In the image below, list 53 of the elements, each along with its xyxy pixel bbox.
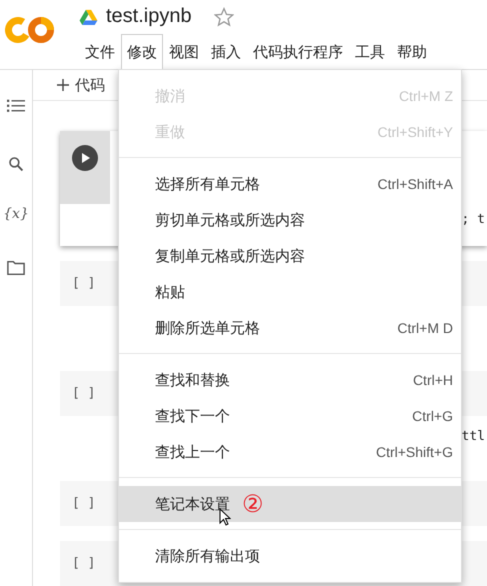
menu-option-label: 查找上一个 [155,442,230,462]
menu-option[interactable]: 查找上一个 Ctrl+Shift+G [119,434,461,470]
menu-option[interactable]: 查找和替换 Ctrl+H [119,362,461,398]
menu-option[interactable]: 剪切单元格或所选内容 [119,202,461,238]
menu-option[interactable]: 删除所选单元格 Ctrl+M D [119,310,461,346]
shortcut-text: Ctrl+Shift+Y [378,124,453,140]
cell-prompt: [ ] [72,496,96,511]
shortcut-text: Ctrl+G [412,408,453,424]
notebook-title[interactable]: test.ipynb [106,5,192,28]
menu-option-label: 清除所有输出项 [155,546,260,566]
step-annotation: ② [242,492,264,516]
menu-option-label: 笔记本设置 [155,494,230,514]
code-text: ttl [462,428,485,444]
menu-option-label: 删除所选单元格 [155,318,260,338]
menu-option-label: 选择所有单元格 [155,174,260,194]
menu-option[interactable]: 选择所有单元格 Ctrl+Shift+A [119,166,461,202]
menu-option-label: 复制单元格或所选内容 [155,246,305,266]
menu-item[interactable]: 工具 [349,34,391,69]
cell-prompt: [ ] [72,386,96,401]
search-icon[interactable] [7,156,25,172]
variables-icon[interactable]: {x} [3,206,29,222]
drive-icon [79,8,98,25]
table-of-contents-icon[interactable] [7,98,25,114]
add-code-button[interactable]: 代码 [57,74,105,96]
menu-option-label: 重做 [155,122,185,142]
menu-option-label: 撤消 [155,86,185,106]
menu-item[interactable]: 插入 [205,34,247,69]
shortcut-text: Ctrl+Shift+G [376,444,453,460]
menu-option[interactable]: 清除所有输出项 [119,538,461,574]
menu-option[interactable]: 查找下一个 Ctrl+G [119,398,461,434]
menu-option-label: 查找和替换 [155,370,230,390]
folder-icon[interactable] [7,260,25,276]
menu-item[interactable]: 文件 [79,34,121,69]
menu-option[interactable]: 粘贴 [119,274,461,310]
run-button-icon[interactable] [72,145,98,171]
menu-option[interactable]: 复制单元格或所选内容 [119,238,461,274]
star-icon[interactable] [214,6,234,27]
shortcut-text: Ctrl+Shift+A [378,176,453,192]
shortcut-text: Ctrl+M D [397,320,453,336]
logo-icon[interactable] [5,15,55,45]
menu-item[interactable]: 帮助 [391,34,433,69]
menu-item[interactable]: 视图 [163,34,205,69]
cell-prompt: [ ] [72,276,96,291]
menu-option-label: 剪切单元格或所选内容 [155,210,305,230]
menu-option-label: 粘贴 [155,282,185,302]
shortcut-text: Ctrl+H [412,372,453,388]
menu-item[interactable]: 代码执行程序 [247,34,349,69]
plus-icon [57,79,69,91]
menu-option-label: 查找下一个 [155,406,230,426]
menu-item[interactable]: 修改 [121,34,163,69]
shortcut-text: Ctrl+M Z [398,88,453,104]
code-text: ; t [462,212,485,226]
cell-prompt: [ ] [72,556,96,571]
